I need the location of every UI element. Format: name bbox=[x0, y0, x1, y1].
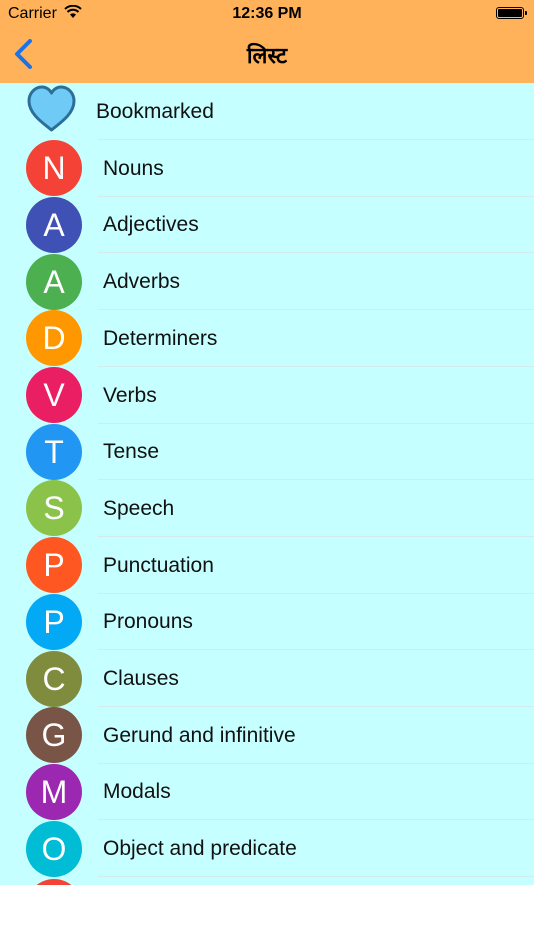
heart-icon bbox=[27, 85, 76, 132]
list-item[interactable]: M Modals bbox=[0, 763, 534, 821]
letter-avatar: O bbox=[26, 820, 82, 877]
list-item[interactable]: C Clauses bbox=[0, 650, 534, 707]
list-item[interactable]: V Verbs bbox=[0, 367, 534, 424]
list-item-label: Verbs bbox=[103, 383, 157, 407]
battery-icon bbox=[496, 7, 527, 19]
letter-avatar: P bbox=[26, 593, 82, 650]
status-bar: Carrier 12:36 PM bbox=[0, 0, 534, 28]
list-item[interactable]: S Speech bbox=[0, 480, 534, 537]
bottom-area bbox=[0, 885, 534, 950]
list-item[interactable]: T Tense bbox=[0, 423, 534, 481]
list-item-label: Tense bbox=[103, 440, 160, 464]
letter-avatar: T bbox=[26, 423, 82, 480]
list-item-label: Pronouns bbox=[103, 610, 193, 634]
letter-avatar: G bbox=[26, 707, 82, 764]
list-item[interactable]: A Adjectives bbox=[0, 196, 534, 254]
letter-avatar: N bbox=[26, 140, 82, 197]
letter-avatar: M bbox=[26, 763, 82, 820]
list-item-label: Object and predicate bbox=[103, 837, 297, 861]
navigation-header: Carrier 12:36 PM लिस्ट bbox=[0, 0, 534, 83]
row-divider bbox=[98, 876, 534, 878]
page-title: लिस्ट bbox=[246, 44, 288, 69]
list-item[interactable]: P Punctuation bbox=[0, 537, 534, 594]
list-item-label: Nouns bbox=[103, 156, 164, 180]
list-item-label: Determiners bbox=[103, 326, 218, 350]
list-item[interactable]: O Object and predicate bbox=[0, 820, 534, 878]
letter-avatar: V bbox=[26, 367, 82, 423]
list-item-label: Speech bbox=[103, 496, 175, 520]
list-item-label: Adjectives bbox=[103, 213, 199, 237]
list-item-partial[interactable] bbox=[0, 878, 534, 885]
status-time: 12:36 PM bbox=[232, 5, 302, 22]
list-item[interactable]: N Nouns bbox=[0, 140, 534, 197]
list-item[interactable]: D Determiners bbox=[0, 310, 534, 367]
letter-avatar: A bbox=[26, 196, 82, 253]
letter-avatar: A bbox=[26, 253, 82, 310]
list-item[interactable]: P Pronouns bbox=[0, 593, 534, 651]
letter-avatar: D bbox=[26, 310, 82, 367]
letter-avatar: P bbox=[26, 537, 82, 594]
list-item-label: Gerund and infinitive bbox=[103, 723, 296, 747]
list-item[interactable]: G Gerund and infinitive bbox=[0, 707, 534, 764]
letter-avatar: S bbox=[26, 480, 82, 537]
list-item-label: Clauses bbox=[103, 667, 179, 690]
bookmarked-label: Bookmarked bbox=[96, 100, 214, 123]
letter-avatar: C bbox=[26, 650, 82, 707]
list-item[interactable]: A Adverbs bbox=[0, 253, 534, 311]
list-item-label: Adverbs bbox=[103, 270, 181, 294]
category-list[interactable]: Bookmarked N Nouns A Adjectives A Adverbs D Det… bbox=[0, 83, 534, 885]
list-item-label: Modals bbox=[103, 780, 171, 804]
list-item-label: Punctuation bbox=[103, 553, 214, 577]
list-item-bookmarked[interactable]: Bookmarked bbox=[0, 83, 534, 140]
